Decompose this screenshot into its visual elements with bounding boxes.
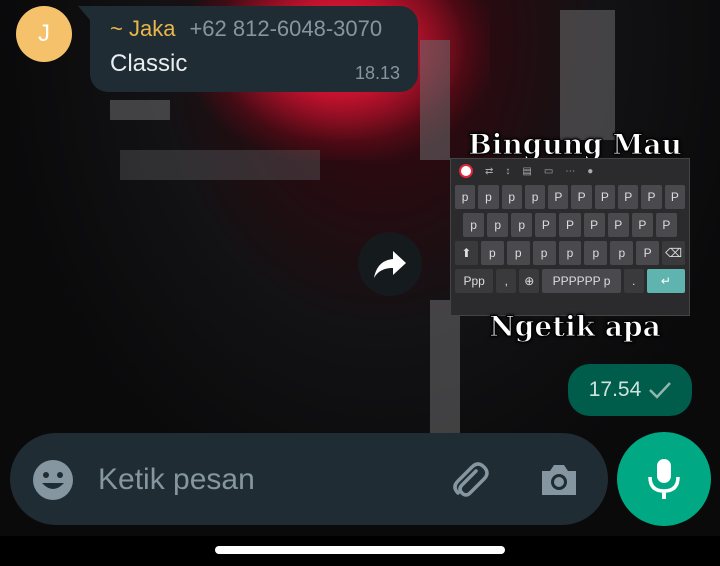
period-key: . xyxy=(623,269,644,293)
globe-key-icon: ⊕ xyxy=(519,269,540,293)
shift-key-icon: ⬆ xyxy=(455,241,478,265)
keyboard-toolbar: ⇄ ↕ ▤ ▭ ⋯ ● xyxy=(451,159,689,183)
key: P xyxy=(583,213,605,237)
key: p xyxy=(487,213,509,237)
key: P xyxy=(594,185,616,209)
forward-icon xyxy=(374,251,406,278)
key: P xyxy=(641,185,662,209)
sticker-keyboard-image: ⇄ ↕ ▤ ▭ ⋯ ● p p p p P P P P P P p p p P … xyxy=(450,158,690,316)
forward-button[interactable] xyxy=(358,232,422,296)
keyboard-icon: ▭ xyxy=(543,165,554,177)
outgoing-message-bubble[interactable]: 17.54 xyxy=(568,364,692,416)
keyboard-row-1: p p p p P P P P P P xyxy=(451,183,689,211)
mic-button[interactable] xyxy=(617,432,711,526)
key: P xyxy=(548,185,569,209)
sticker-top-text: Bingung Mau xyxy=(468,128,683,162)
paperclip-icon[interactable] xyxy=(446,457,492,503)
enter-key-icon: ↵ xyxy=(646,269,685,293)
message-time: 18.13 xyxy=(354,63,400,83)
key: p xyxy=(610,241,634,265)
key: p xyxy=(455,185,476,209)
more-icon: ⋯ xyxy=(565,165,576,177)
key: p xyxy=(511,213,533,237)
sender-avatar[interactable]: J xyxy=(16,6,72,62)
check-icon xyxy=(649,382,672,399)
key: P xyxy=(655,213,677,237)
key: p xyxy=(532,241,556,265)
wallpaper-shape xyxy=(110,100,170,120)
wallpaper-shape xyxy=(560,10,615,140)
key: p xyxy=(463,213,485,237)
keyboard-row-3: ⬆ p p p p p p P ⌫ xyxy=(451,239,689,267)
key: p xyxy=(501,185,522,209)
key: P xyxy=(607,213,629,237)
comma-key: , xyxy=(496,269,517,293)
key: P xyxy=(571,185,592,209)
clipboard-icon: ▤ xyxy=(522,165,532,177)
message-composer xyxy=(10,433,608,525)
sticker-bottom-text: Ngetik apa xyxy=(489,310,662,344)
key: p xyxy=(506,241,530,265)
sender-header: ~ Jaka +62 812-6048-3070 xyxy=(110,16,398,42)
key: p xyxy=(480,241,504,265)
camera-icon[interactable] xyxy=(536,457,582,503)
wallpaper-shape xyxy=(120,150,320,180)
key: P xyxy=(664,185,685,209)
keyboard-row-4: Ppp , ⊕ PPPPPP p . ↵ xyxy=(451,267,689,295)
emoji-icon[interactable] xyxy=(32,459,74,501)
key: p xyxy=(478,185,499,209)
mic-small-icon: ● xyxy=(587,165,594,177)
sticker-message[interactable]: Bingung Mau ⇄ ↕ ▤ ▭ ⋯ ● p p p p P P P P … xyxy=(440,124,710,364)
key: P xyxy=(618,185,639,209)
sender-phone: +62 812-6048-3070 xyxy=(189,16,383,41)
incoming-message-bubble[interactable]: ~ Jaka +62 812-6048-3070 Classic 18.13 xyxy=(78,6,418,92)
key: p xyxy=(524,185,546,209)
symbols-key: Ppp xyxy=(455,269,494,293)
keyboard-row-2: p p p P P P P P P xyxy=(451,211,689,239)
key: p xyxy=(584,241,608,265)
key: p xyxy=(558,241,582,265)
outgoing-time: 17.54 xyxy=(588,378,642,401)
sender-name[interactable]: ~ Jaka xyxy=(110,16,175,42)
key: P xyxy=(636,241,660,265)
keyboard-logo-icon xyxy=(459,164,473,178)
key: P xyxy=(631,213,653,237)
mic-icon xyxy=(648,459,680,499)
translate-icon: ⇄ xyxy=(485,165,494,177)
system-nav-bar xyxy=(0,536,720,566)
home-indicator[interactable] xyxy=(215,546,505,554)
space-key: PPPPPP p xyxy=(542,269,621,293)
key: P xyxy=(559,213,581,237)
key: P xyxy=(535,213,557,237)
backspace-key-icon: ⌫ xyxy=(662,241,686,265)
cursor-icon: ↕ xyxy=(505,165,511,177)
message-input[interactable] xyxy=(96,457,400,503)
